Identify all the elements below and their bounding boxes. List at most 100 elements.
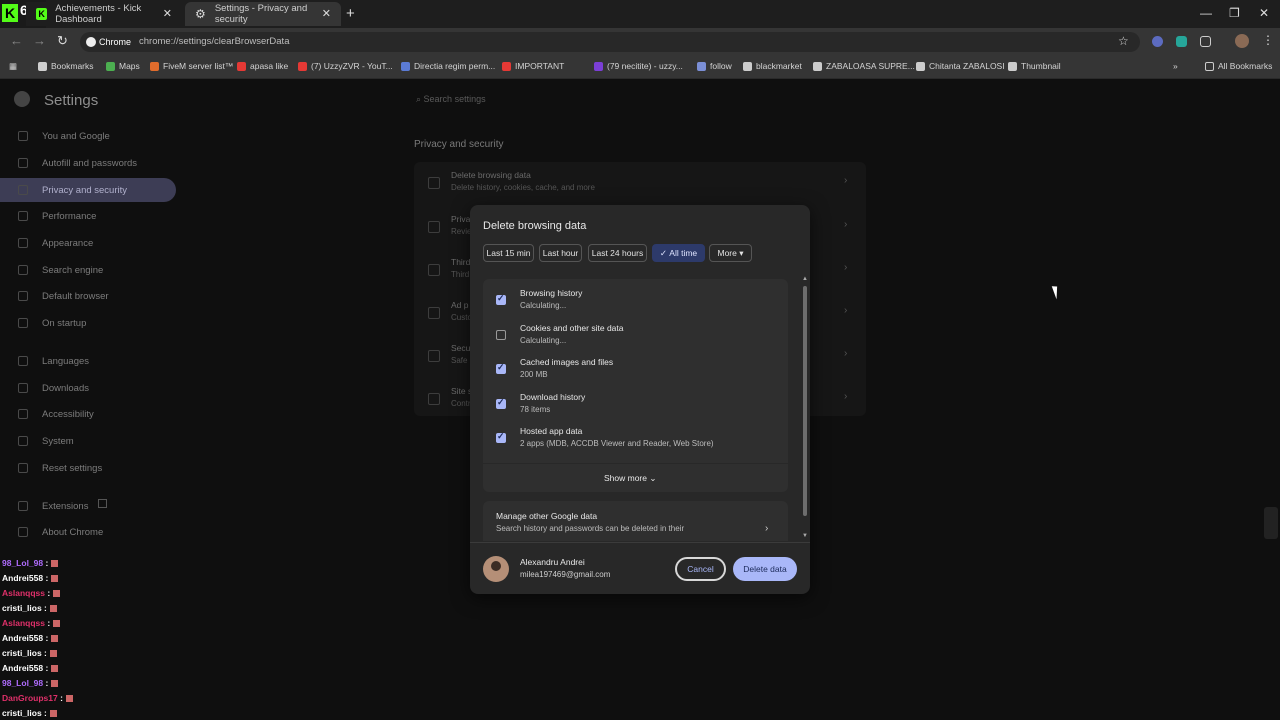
sidebar-item-languages[interactable]: Languages — [0, 349, 176, 373]
extensions-puzzle-icon[interactable] — [1200, 36, 1211, 47]
close-icon[interactable]: ✕ — [322, 7, 331, 20]
site-chip[interactable]: Chrome — [86, 35, 131, 49]
bookmark-label: Thumbnail — [1021, 61, 1061, 71]
dialog-scrollbar[interactable] — [803, 286, 807, 516]
chip-all-time[interactable]: ✓ All time — [652, 244, 705, 262]
new-tab-button[interactable]: + — [346, 5, 355, 22]
sidebar-item-accessibility[interactable]: Accessibility — [0, 402, 176, 426]
sidebar-item-on-startup[interactable]: On startup — [0, 311, 176, 335]
privacy-icon — [18, 185, 28, 195]
sidebar-item-privacy[interactable]: Privacy and security — [0, 178, 176, 202]
bookmark-item[interactable]: Thumbnail — [1008, 61, 1061, 71]
hosted-app-data-subtitle: 2 apps (MDB, ACCDB Viewer and Reader, We… — [520, 439, 714, 448]
search-settings-input[interactable]: ⌕ Search settings — [416, 94, 486, 105]
cancel-button[interactable]: Cancel — [675, 557, 726, 581]
chip-last-24-hours[interactable]: Last 24 hours — [588, 244, 647, 262]
chat-username: Andrei558 — [2, 633, 44, 643]
bookmark-item[interactable]: Chitanta ZABALOSI — [916, 61, 1005, 71]
emote-icon — [51, 560, 59, 567]
chat-message: Aslanqqss : — [2, 588, 61, 598]
manage-google-data-row[interactable] — [483, 501, 788, 541]
bookmark-star-icon[interactable]: ☆ — [1118, 34, 1129, 48]
chat-message: DanGroups17 : — [2, 693, 73, 703]
folder-icon — [1205, 61, 1214, 71]
sidebar-item-default-browser[interactable]: Default browser — [0, 284, 176, 308]
reload-icon[interactable]: ↻ — [57, 33, 68, 49]
bookmarks-more-icon[interactable]: » — [1173, 61, 1178, 71]
chat-separator: : — [43, 633, 49, 643]
bookmark-icon — [743, 61, 752, 71]
sidebar-item-search-engine[interactable]: Search engine — [0, 258, 176, 282]
bookmark-item[interactable]: FiveM server list™ — [150, 61, 233, 71]
sidebar-item-performance[interactable]: Performance — [0, 204, 176, 228]
download-history-checkbox[interactable] — [496, 397, 506, 409]
bookmark-item[interactable]: Directia regim perm... — [401, 61, 495, 71]
download-history-subtitle: 78 items — [520, 405, 551, 414]
sidebar-item-appearance[interactable]: Appearance — [0, 231, 176, 255]
cookies-checkbox[interactable] — [496, 330, 506, 340]
restore-icon[interactable]: ❐ — [1229, 6, 1240, 20]
chat-separator: : — [43, 573, 49, 583]
sidebar-item-downloads[interactable]: Downloads — [0, 376, 176, 400]
tab-kick-dashboard[interactable]: K Achievements - Kick Dashboard ✕ — [26, 2, 182, 26]
chip-last-15-min[interactable]: Last 15 min — [483, 244, 534, 262]
show-more-button[interactable]: Show more ⌄ — [604, 473, 656, 484]
bookmark-item[interactable]: Bookmarks — [38, 61, 94, 71]
manage-google-data-title: Manage other Google data — [496, 511, 598, 521]
apps-grid-icon[interactable]: ▦ — [9, 61, 17, 72]
sidebar-item-system[interactable]: System — [0, 429, 176, 453]
back-icon[interactable]: ← — [10, 33, 23, 48]
chat-separator: : — [43, 663, 49, 673]
chip-last-hour[interactable]: Last hour — [539, 244, 582, 262]
chevron-down-icon: ▾ — [736, 247, 744, 258]
search-engine-icon — [18, 265, 28, 275]
url-text[interactable]: chrome://settings/clearBrowserData — [139, 36, 289, 47]
all-bookmarks[interactable]: All Bookmarks — [1205, 61, 1272, 71]
bookmark-item[interactable]: follow — [697, 61, 732, 71]
default-browser-icon — [18, 291, 28, 301]
privacy-row-subtitle: Delete history, cookies, cache, and more — [451, 183, 595, 192]
chip-more[interactable]: More ▾ — [709, 244, 752, 262]
extension-icon[interactable] — [1152, 36, 1163, 47]
browsing-history-checkbox[interactable] — [496, 293, 506, 305]
cached-images-checkbox[interactable] — [496, 362, 506, 374]
extension-icon[interactable] — [1176, 36, 1187, 47]
privacy-row-icon — [428, 393, 440, 405]
delete-data-button[interactable]: Delete data — [733, 557, 797, 581]
privacy-row-subtitle: Third — [451, 270, 470, 279]
chip-label: Last 24 hours — [591, 248, 644, 258]
bookmark-item[interactable]: ZABALOASA SUPRE... — [813, 61, 915, 71]
close-icon[interactable]: ✕ — [163, 7, 172, 20]
bookmark-item[interactable]: (79 necitite) - uzzy... — [594, 61, 683, 71]
sidebar-item-about-chrome[interactable]: About Chrome — [0, 520, 176, 544]
bookmark-item[interactable]: blackmarket — [743, 61, 802, 71]
bookmark-item[interactable]: (7) UzzyZVR - YouT... — [298, 61, 393, 71]
sidebar-item-autofill[interactable]: Autofill and passwords — [0, 151, 176, 175]
external-link-icon — [98, 499, 107, 508]
side-widget[interactable] — [1264, 507, 1278, 539]
emote-icon — [49, 650, 57, 657]
sidebar-item-reset-settings[interactable]: Reset settings — [0, 456, 176, 480]
forward-icon[interactable]: → — [33, 33, 46, 48]
bookmark-item[interactable]: IMPORTANT — [502, 61, 564, 71]
sidebar-item-label: You and Google — [42, 130, 110, 142]
chevron-right-icon: › — [844, 305, 848, 316]
sidebar-item-you-and-google[interactable]: You and Google — [0, 124, 176, 148]
tab-settings[interactable]: ⚙ Settings - Privacy and security ✕ — [185, 2, 341, 26]
bookmark-item[interactable]: Maps — [106, 61, 140, 71]
scroll-down-icon[interactable]: ▼ — [802, 533, 808, 539]
profile-avatar[interactable] — [1235, 34, 1249, 48]
scroll-up-icon[interactable]: ▲ — [802, 276, 808, 282]
sidebar-item-label: Search engine — [42, 264, 104, 276]
bookmark-icon — [916, 61, 925, 71]
menu-icon[interactable]: ⋮ — [1262, 33, 1274, 47]
bookmark-item[interactable]: apasa like — [237, 61, 288, 71]
hosted-app-data-checkbox[interactable] — [496, 431, 506, 443]
chat-username: DanGroups17 — [2, 693, 58, 703]
minimize-icon[interactable]: — — [1200, 6, 1212, 20]
privacy-row-subtitle: Custo — [451, 313, 472, 322]
downloads-icon — [18, 383, 28, 393]
sidebar-item-label: About Chrome — [42, 526, 104, 538]
close-window-icon[interactable]: ✕ — [1259, 6, 1269, 20]
sidebar-item-extensions[interactable]: Extensions — [0, 494, 176, 518]
